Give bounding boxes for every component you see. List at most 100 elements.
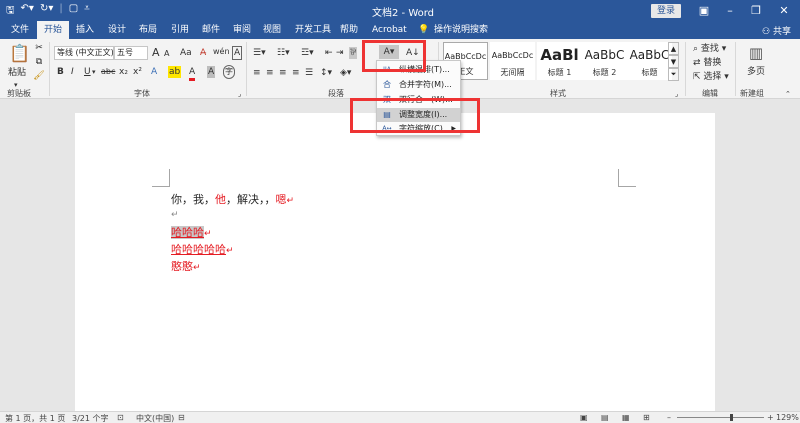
document-line[interactable]: 憨憨↵ (171, 258, 201, 274)
copy-icon[interactable]: ⧉ (34, 57, 44, 67)
enclose-char-icon[interactable]: 字 (223, 65, 235, 79)
align-right-icon[interactable]: ≡ (279, 67, 287, 79)
italic-button[interactable]: I (71, 66, 74, 78)
zoom-level[interactable]: 129% (776, 413, 799, 422)
tab-insert[interactable]: 插入 (76, 21, 94, 39)
text-effects-icon[interactable]: A (151, 66, 157, 78)
bullets-icon[interactable]: ☰▾ (253, 47, 266, 59)
font-name-combo[interactable]: 等线 (中文正文) (54, 46, 114, 60)
cut-icon[interactable]: ✂ (34, 43, 44, 53)
customize-qat-icon[interactable]: ⩡ (84, 3, 90, 18)
align-left-icon[interactable]: ≡ (253, 67, 261, 79)
distribute-icon[interactable]: ☰ (305, 67, 313, 79)
justify-icon[interactable]: ≡ (292, 67, 300, 79)
proofing-icon[interactable]: ⊡ (117, 413, 124, 422)
print-layout-icon[interactable]: ▦ (622, 413, 630, 422)
tab-design[interactable]: 设计 (108, 21, 126, 39)
zoom-in-icon[interactable]: + (767, 413, 774, 422)
tab-help[interactable]: 帮助 (340, 21, 358, 39)
replace-button[interactable]: ⇄ 替换 (693, 57, 721, 69)
bold-button[interactable]: B (57, 66, 64, 78)
font-color-icon[interactable]: A (189, 66, 196, 81)
zoom-slider-thumb[interactable] (730, 414, 733, 421)
styles-expand-icon[interactable]: ⏷ (668, 68, 679, 81)
minimize-icon[interactable]: – (717, 2, 743, 19)
redo-icon[interactable]: ↻▾ (40, 3, 53, 18)
style-heading-1[interactable]: AaBl 标题 1 (537, 42, 582, 80)
numbering-icon[interactable]: ☷▾ (277, 47, 290, 59)
increase-indent-icon[interactable]: ⇥ (336, 47, 344, 59)
style-title[interactable]: AaBbC 标题 (627, 42, 672, 80)
shading-icon[interactable]: ◈▾ (340, 67, 351, 79)
find-button[interactable]: ⌕ 查找 ▾ (693, 43, 726, 55)
style-no-spacing[interactable]: AaBbCcDc 无间隔 (490, 42, 535, 80)
grow-font-icon[interactable]: A (152, 47, 160, 59)
macro-record-icon[interactable]: ⊟ (178, 413, 185, 422)
subscript-button[interactable]: x₂ (119, 66, 128, 78)
change-case-icon[interactable]: Aa (180, 47, 192, 59)
share-button[interactable]: ⚇ 共享 (762, 24, 791, 37)
multipage-label[interactable]: 多页 (747, 66, 765, 78)
login-button[interactable]: 登录 (651, 4, 681, 18)
tab-acrobat[interactable]: Acrobat (372, 21, 407, 39)
ribbon-display-icon[interactable]: ▣ (691, 2, 717, 19)
font-size-combo[interactable]: 五号 (114, 46, 148, 60)
chinese-layout-sort-icon[interactable]: ⅌ (349, 47, 357, 59)
select-dropdown-icon: ▾ (721, 72, 729, 82)
tell-me-search[interactable]: 操作说明搜索 (434, 21, 488, 39)
paste-label[interactable]: 粘贴 (8, 67, 26, 79)
document-line[interactable]: 哈哈哈↵ (171, 224, 212, 240)
close-icon[interactable]: ✕ (771, 2, 797, 19)
tab-developer[interactable]: 开发工具 (295, 21, 331, 39)
shrink-font-icon[interactable]: A (164, 48, 169, 60)
document-line[interactable]: 哈哈哈哈哈↵ (171, 241, 234, 257)
tab-layout[interactable]: 布局 (139, 21, 157, 39)
line-spacing-icon[interactable]: ↕▾ (320, 67, 332, 79)
tab-review[interactable]: 审阅 (233, 21, 251, 39)
highlight-color-icon[interactable]: ab (168, 66, 182, 78)
collapse-ribbon-icon[interactable]: ⌃ (785, 88, 791, 100)
paste-icon[interactable]: 📋 (9, 43, 31, 65)
char-border-icon[interactable]: A (232, 46, 243, 60)
focus-mode-icon[interactable]: ▣ (580, 413, 588, 422)
phonetic-guide-icon[interactable]: wén (213, 46, 230, 58)
new-doc-icon[interactable]: ▢ (69, 3, 78, 18)
superscript-button[interactable]: x² (133, 66, 142, 78)
read-mode-icon[interactable]: ▤ (601, 413, 609, 422)
underline-button[interactable]: U (84, 66, 91, 78)
char-shading-icon[interactable]: A (207, 66, 216, 78)
maximize-icon[interactable]: ❐ (743, 2, 769, 19)
underline-dropdown-icon[interactable]: ▾ (92, 66, 96, 78)
menu-item-combine-characters[interactable]: 合合并字符(M)... (377, 78, 460, 92)
web-layout-icon[interactable]: ⊞ (643, 413, 650, 422)
tab-file[interactable]: 文件 (11, 21, 29, 39)
tab-references[interactable]: 引用 (171, 21, 189, 39)
multilevel-list-icon[interactable]: ☲▾ (301, 47, 314, 59)
tab-home[interactable]: 开始 (37, 21, 69, 39)
font-dialog-launcher-icon[interactable]: ⌟ (238, 88, 241, 100)
undo-icon[interactable]: ↶▾ (21, 3, 34, 18)
tab-view[interactable]: 视图 (263, 21, 281, 39)
style-name: 无间隔 (500, 68, 525, 77)
styles-scroll-down-icon[interactable]: ▼ (668, 55, 679, 68)
styles-scroll-up-icon[interactable]: ▲ (668, 42, 679, 55)
format-painter-icon[interactable]: 🖌 (33, 71, 44, 81)
save-icon[interactable]: 🖫 (6, 3, 15, 18)
page-count[interactable]: 第 1 页，共 1 页 (5, 413, 65, 423)
styles-dialog-launcher-icon[interactable]: ⌟ (675, 88, 678, 100)
tab-mailings[interactable]: 邮件 (202, 21, 220, 39)
language[interactable]: 中文(中国) (136, 413, 174, 423)
align-center-icon[interactable]: ≡ (266, 67, 274, 79)
zoom-out-icon[interactable]: – (667, 413, 671, 422)
word-count[interactable]: 3/21 个字 (72, 413, 109, 423)
document-line[interactable]: ↵ (171, 207, 179, 220)
text-run: 他 (215, 193, 226, 206)
zoom-slider-track[interactable] (677, 417, 764, 418)
select-button[interactable]: ⇱ 选择 ▾ (693, 71, 729, 83)
decrease-indent-icon[interactable]: ⇤ (325, 47, 333, 59)
document-line[interactable]: 你，我，他，解决，，嗯↵ (171, 191, 294, 207)
clear-format-icon[interactable]: A̶ (200, 47, 206, 59)
style-heading-2[interactable]: AaBbC 标题 2 (582, 42, 627, 80)
strikethrough-button[interactable]: abc (101, 66, 115, 78)
multipage-icon[interactable]: ▥ (745, 44, 767, 62)
